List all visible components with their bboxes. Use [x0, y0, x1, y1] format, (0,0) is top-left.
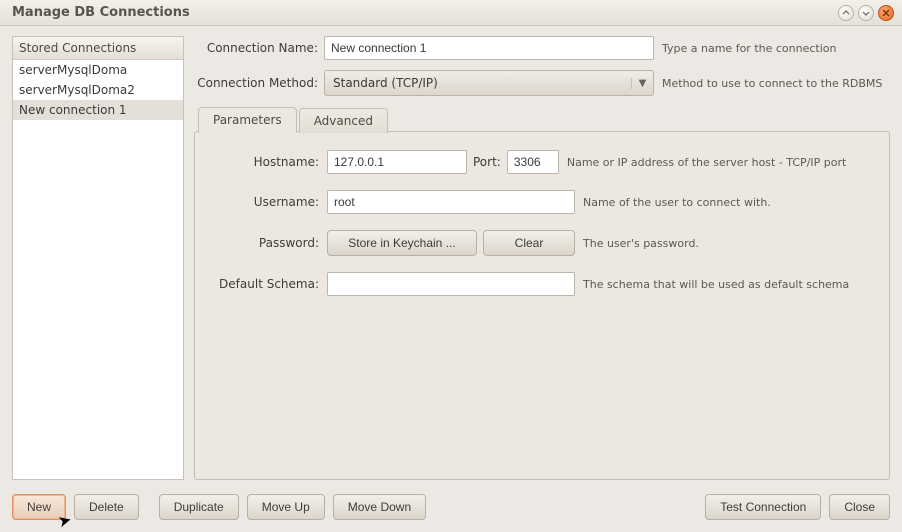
hostname-input[interactable] [327, 150, 467, 174]
clear-password-button[interactable]: Clear [483, 230, 575, 256]
move-up-button[interactable]: Move Up [247, 494, 325, 520]
window-controls [838, 5, 894, 21]
close-icon[interactable] [878, 5, 894, 21]
username-input[interactable] [327, 190, 575, 214]
hostname-hint: Name or IP address of the server host - … [559, 156, 877, 169]
hostname-row: Hostname: Port: Name or IP address of th… [207, 150, 877, 174]
main-panel: Connection Name: Type a name for the con… [194, 36, 890, 480]
default-schema-row: Default Schema: The schema that will be … [207, 272, 877, 296]
close-button[interactable]: Close [829, 494, 890, 520]
default-schema-label: Default Schema: [207, 277, 327, 291]
test-connection-button[interactable]: Test Connection [705, 494, 821, 520]
username-label: Username: [207, 195, 327, 209]
new-button[interactable]: New [12, 494, 66, 520]
footer-buttons: New Delete Duplicate Move Up Move Down T… [0, 488, 902, 532]
tab-panel-parameters: Hostname: Port: Name or IP address of th… [194, 131, 890, 480]
sidebar-item-connection[interactable]: serverMysqlDoma2 [13, 80, 183, 100]
sidebar-item-connection[interactable]: serverMysqlDoma [13, 60, 183, 80]
default-schema-hint: The schema that will be used as default … [575, 278, 877, 291]
sidebar-item-connection[interactable]: New connection 1 [13, 100, 183, 120]
default-schema-input[interactable] [327, 272, 575, 296]
password-label: Password: [207, 236, 327, 250]
tabs-container: Parameters Advanced Hostname: Port: Name… [194, 106, 890, 480]
delete-button[interactable]: Delete [74, 494, 139, 520]
window-title: Manage DB Connections [8, 5, 838, 20]
tab-parameters[interactable]: Parameters [198, 107, 297, 133]
duplicate-button[interactable]: Duplicate [159, 494, 239, 520]
store-keychain-button[interactable]: Store in Keychain ... [327, 230, 477, 256]
connection-method-hint: Method to use to connect to the RDBMS [654, 77, 890, 90]
port-input[interactable] [507, 150, 559, 174]
username-hint: Name of the user to connect with. [575, 196, 877, 209]
titlebar: Manage DB Connections [0, 0, 902, 26]
connection-name-input[interactable] [324, 36, 654, 60]
minimize-icon[interactable] [838, 5, 854, 21]
stored-connections-list: Stored Connections serverMysqlDoma serve… [12, 36, 184, 480]
tab-advanced[interactable]: Advanced [299, 108, 388, 133]
sidebar-header: Stored Connections [13, 37, 183, 60]
password-row: Password: Store in Keychain ... Clear Th… [207, 230, 877, 256]
password-hint: The user's password. [575, 237, 877, 250]
hostname-label: Hostname: [207, 155, 327, 169]
move-down-button[interactable]: Move Down [333, 494, 426, 520]
connection-method-select[interactable]: Standard (TCP/IP) ▼ [324, 70, 654, 96]
chevron-down-icon: ▼ [631, 78, 649, 89]
connection-name-row: Connection Name: Type a name for the con… [194, 36, 890, 60]
connection-method-label: Connection Method: [194, 76, 324, 90]
maximize-icon[interactable] [858, 5, 874, 21]
port-label: Port: [473, 155, 501, 169]
username-row: Username: Name of the user to connect wi… [207, 190, 877, 214]
connection-method-value: Standard (TCP/IP) [333, 76, 631, 90]
dialog-window: Manage DB Connections Stored Connections… [0, 0, 902, 532]
connection-name-hint: Type a name for the connection [654, 42, 890, 55]
tabstrip: Parameters Advanced [194, 106, 890, 132]
connection-name-label: Connection Name: [194, 41, 324, 55]
content-area: Stored Connections serverMysqlDoma serve… [0, 26, 902, 488]
connection-method-row: Connection Method: Standard (TCP/IP) ▼ M… [194, 70, 890, 96]
